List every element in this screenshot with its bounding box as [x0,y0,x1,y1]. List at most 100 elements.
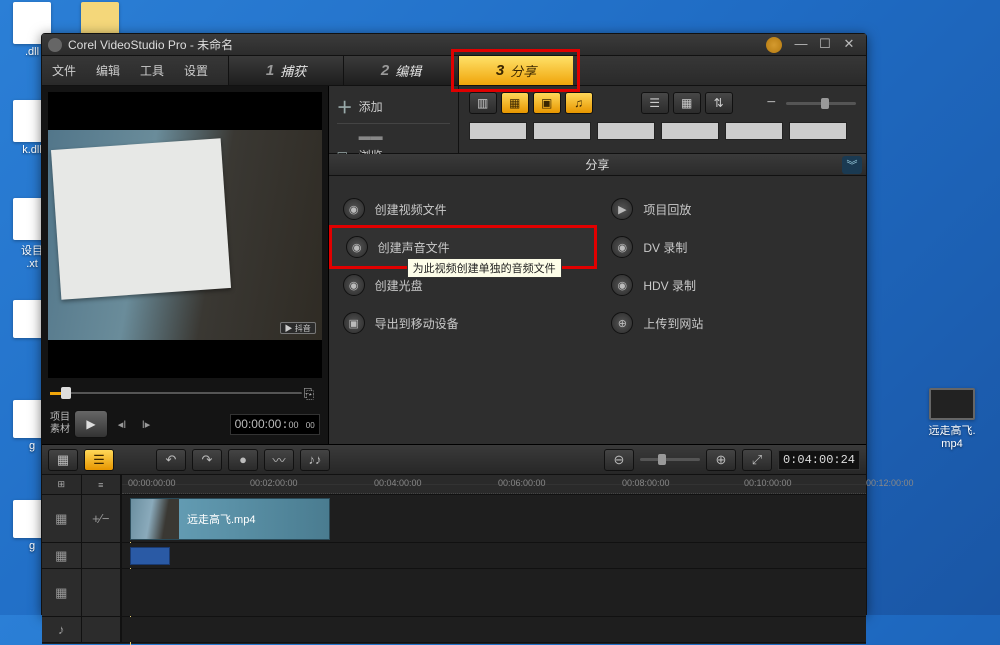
next-frame-button[interactable]: I▸ [136,414,156,434]
step-edit[interactable]: 2编辑 [343,56,458,85]
share-options: ◉创建视频文件 ▶项目回放 ◉创建声音文件 ◉DV 录制 ◉创建光盘 ◉HDV … [329,176,866,444]
share-create-video[interactable]: ◉创建视频文件 [329,190,598,228]
add-button[interactable]: ＋添加 [337,92,450,120]
menu-settings[interactable]: 设置 [174,56,218,85]
track-height-icon[interactable]: ≡ [82,475,122,494]
redo-button[interactable]: ↷ [192,449,222,471]
repeat-icon[interactable]: ⎘ [304,386,320,402]
menu-edit[interactable]: 编辑 [86,56,130,85]
share-hdv-record[interactable]: ◉HDV 录制 [597,266,866,304]
timeline-ruler[interactable]: ⊞ ≡ 00:00:00:00 00:02:00:00 00:04:00:00 … [42,475,866,495]
preview-viewport[interactable]: ▶ 抖音 [48,92,322,378]
zoom-out-button[interactable]: ⊖ [604,449,634,471]
titlebar: Corel VideoStudio Pro - 未命名 — ☐ ✕ [42,34,866,56]
lib-video-button[interactable]: ▦ [501,92,529,114]
lib-thumb[interactable] [789,122,847,140]
overlay-clip[interactable] [130,547,170,565]
menubar: 文件 编辑 工具 设置 1捕获 2编辑 3分享 [42,56,866,86]
lib-thumb[interactable] [469,122,527,140]
video-clip[interactable]: 远走高飞.mp4 [130,498,330,540]
zoom-out-icon: − [767,94,776,112]
share-upload-web[interactable]: ⊕上传到网站 [597,304,866,342]
step-share[interactable]: 3分享 [458,56,573,85]
timeline-toolbar: ▦ ☰ ↶ ↷ ● 〰 ♪♪ ⊖ ⊕ ⤢ 0:04:00:24 [42,445,866,475]
toggle-tracks-icon[interactable]: ⊞ [42,475,82,494]
close-button[interactable]: ✕ [838,37,860,53]
storyboard-view-button[interactable]: ▦ [48,449,78,471]
view-grid-button[interactable]: ▦ [673,92,701,114]
lib-audio-button[interactable]: ♫ [565,92,593,114]
lib-thumb[interactable] [533,122,591,140]
camera-icon: ◉ [611,274,633,296]
menu-tools[interactable]: 工具 [130,56,174,85]
minimize-button[interactable]: — [790,37,812,53]
icon-label: g [29,440,35,452]
right-panel: ＋添加 ▬▬ ▣浏览 ▥ ▦ ▣ ♫ ☰ ▦ ⇅ [329,86,866,444]
share-header: 分享 ︾ [329,154,866,176]
app-logo-icon [48,38,62,52]
camera-icon: ◉ [611,236,633,258]
lib-zoom-slider[interactable]: − [767,94,856,112]
sort-button[interactable]: ⇅ [705,92,733,114]
collapse-icon[interactable]: ︾ [842,156,862,174]
prev-frame-button[interactable]: ◂I [112,414,132,434]
audio-track[interactable]: ▦ [42,569,866,617]
zoom-in-button[interactable]: ⊕ [706,449,736,471]
music-track-icon[interactable]: ♪ [42,617,82,642]
reel-icon: ◉ [343,198,365,220]
maximize-button[interactable]: ☐ [814,37,836,53]
lib-thumb[interactable] [597,122,655,140]
icon-label: g [29,540,35,552]
view-list-button[interactable]: ☰ [641,92,669,114]
mobile-icon: ▣ [343,312,365,334]
timecode-display[interactable]: 00:00:00:00 00 [230,414,320,435]
plus-icon: ＋ [337,94,353,118]
timeline-tracks: ▦+⁄− 远走高飞.mp4 ▦ ▦ ♪ [42,495,866,645]
mode-project[interactable]: 项目 [50,412,70,424]
overlay-track-icon[interactable]: ▦ [42,543,82,568]
share-export-mobile[interactable]: ▣导出到移动设备 [329,304,598,342]
window-title: Corel VideoStudio Pro - 未命名 [68,36,233,53]
icon-label: 远走高飞. mp4 [928,425,975,450]
disc-icon: ◉ [343,274,365,296]
lib-thumb[interactable] [661,122,719,140]
step-capture[interactable]: 1捕获 [228,56,343,85]
desktop-video-file[interactable]: 远走高飞. mp4 [922,380,982,450]
watermark-icon: ▶ 抖音 [280,322,316,334]
share-project-playback[interactable]: ▶项目回放 [597,190,866,228]
mode-clip[interactable]: 素材 [50,424,70,436]
enable-track-icon[interactable]: +⁄− [82,495,122,542]
timeline-zoom-slider[interactable] [640,458,700,461]
timeline-view-button[interactable]: ☰ [84,449,114,471]
menu-file[interactable]: 文件 [42,56,86,85]
tooltip: 为此视频创建单独的音频文件 [407,258,562,278]
audio-icon: ◉ [346,236,368,258]
preview-controls: 项目 素材 ▶ ◂I I▸ 00:00:00:00 00 [42,404,328,444]
audio-mixer-button[interactable]: 〰 [264,449,294,471]
collapsed-row[interactable]: ▬▬ [337,127,450,145]
auto-music-button[interactable]: ♪♪ [300,449,330,471]
play-button[interactable]: ▶ [74,410,108,438]
overlay-track[interactable]: ▦ [42,543,866,569]
timeline-panel: ▦ ☰ ↶ ↷ ● 〰 ♪♪ ⊖ ⊕ ⤢ 0:04:00:24 ⊞ ≡ 00:0… [42,444,866,644]
lib-thumb[interactable] [725,122,783,140]
scrub-bar[interactable]: ⎘ [50,384,320,404]
icon-label: .dll [25,46,39,58]
icon-label: k.dll [22,144,42,156]
video-track-icon[interactable]: ▦ [42,495,82,542]
app-window: Corel VideoStudio Pro - 未命名 — ☐ ✕ 文件 编辑 … [41,33,867,615]
lib-folder-button[interactable]: ▥ [469,92,497,114]
record-button[interactable]: ● [228,449,258,471]
audio-track-icon[interactable]: ▦ [42,569,82,616]
undo-button[interactable]: ↶ [156,449,186,471]
timeline-timecode[interactable]: 0:04:00:24 [778,450,860,470]
lib-photo-button[interactable]: ▣ [533,92,561,114]
share-dv-record[interactable]: ◉DV 录制 [597,228,866,266]
music-track[interactable]: ♪ [42,617,866,643]
globe-icon: ⊕ [611,312,633,334]
preview-panel: ▶ 抖音 ⎘ 项目 素材 ▶ ◂I I▸ 00:00:00:00 00 [42,86,329,444]
help-icon[interactable] [766,37,782,53]
icon-label: 设目 .xt [21,245,43,270]
fit-timeline-button[interactable]: ⤢ [742,449,772,471]
video-track[interactable]: ▦+⁄− 远走高飞.mp4 [42,495,866,543]
